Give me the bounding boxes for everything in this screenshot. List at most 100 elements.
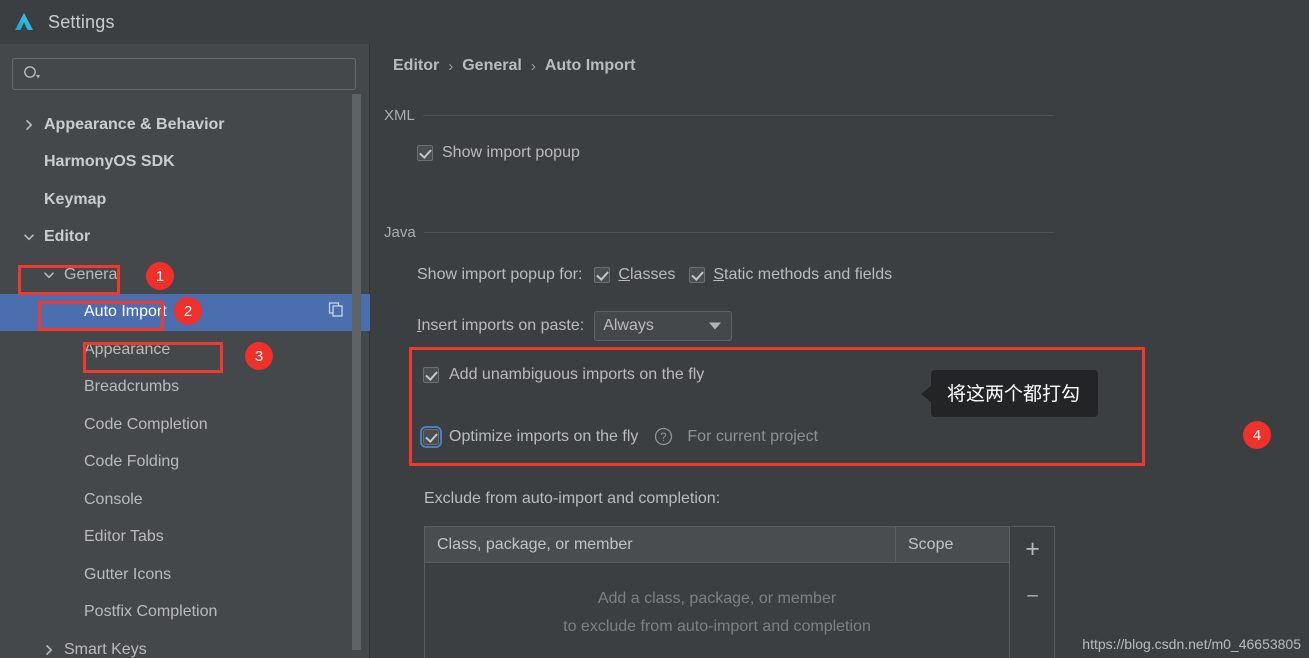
annotation-badge-2: 2 [174,297,202,325]
sidebar-item-label: Keymap [44,190,107,208]
sidebar-item-label: Code Completion [84,415,208,433]
remove-button[interactable]: – [1019,581,1047,609]
chevron-down-icon[interactable] [42,268,56,282]
sidebar-item-label: Gutter Icons [84,565,172,583]
label-show-import-popup-for: Show import popup for: [417,266,583,283]
add-button[interactable]: + [1019,535,1047,563]
sidebar-item-label: General [64,265,121,283]
label-exclude-from-auto-import: Exclude from auto-import and completion: [424,490,721,507]
annotation-tooltip-text: 将这两个都打勾 [931,370,1099,417]
sidebar-item-label: Smart Keys [64,640,147,658]
checkbox-add-unambiguous-imports[interactable] [423,367,439,383]
sidebar-item-editor[interactable]: Editor [0,219,370,257]
checkbox-label-optimize-imports: Optimize imports on the fly [449,427,639,445]
sidebar-item-breadcrumbs[interactable]: Breadcrumbs [0,369,370,407]
dropdown-value: Always [603,317,654,334]
annotation-badge-1: 1 [146,262,174,290]
section-header-java: Java [384,224,1054,241]
window-title: Settings [48,11,115,32]
sidebar-scrollbar-track[interactable] [352,94,361,650]
exclude-table-header: Class, package, or member Scope [425,527,1009,563]
copy-icon[interactable] [328,302,344,323]
annotation-badge-3: 3 [245,342,273,370]
sidebar-item-console[interactable]: Console [0,481,370,519]
sidebar-item-general[interactable]: General [0,256,370,294]
sidebar-item-label: Code Folding [84,453,180,471]
breadcrumb-item-general[interactable]: General [462,57,522,75]
question-mark-icon[interactable]: ? [654,427,673,446]
empty-state-line-2: to exclude from auto-import and completi… [563,618,871,635]
section-divider [422,115,1054,116]
sidebar-item-keymap[interactable]: Keymap [0,181,370,219]
sidebar-scrollbar-thumb[interactable] [352,94,361,650]
breadcrumb-item-editor[interactable]: Editor [393,57,439,75]
dropdown-insert-imports-on-paste[interactable]: Always [594,311,733,341]
sidebar-item-label: Appearance [84,340,171,358]
search-icon [24,66,40,79]
breadcrumb-item-auto-import: Auto Import [544,57,636,74]
chevron-right-icon[interactable] [22,118,36,132]
checkbox-row-optimize-imports[interactable]: Optimize imports on the fly ? For curren… [420,425,819,448]
sidebar-item-appearance[interactable]: Appearance [0,331,370,369]
watermark: https://blog.csdn.net/m0_46653805 [1082,636,1301,652]
hint-for-current-project: For current project [687,427,819,445]
settings-main-panel: Editor › General › Auto Import XML Show … [371,44,1309,658]
column-header-scope[interactable]: Scope [896,527,1009,562]
sidebar-item-label: HarmonyOS SDK [44,153,175,171]
checkbox-label-static-methods-and-fields: Static methods and fields [713,266,893,283]
checkbox-classes[interactable] [594,267,611,283]
column-header-class-package-or-member[interactable]: Class, package, or member [425,527,896,562]
sidebar-item-harmonyos-sdk[interactable]: HarmonyOS SDK [0,144,370,182]
sidebar-item-gutter-icons[interactable]: Gutter Icons [0,556,370,594]
exclude-table-frame: Class, package, or member Scope Add a cl… [424,526,1010,658]
annotation-badge-4: 4 [1243,421,1271,449]
sidebar-item-label: Postfix Completion [84,603,218,621]
chevron-down-icon [709,322,722,330]
label-insert-imports-on-paste: Insert imports on paste: [417,317,585,334]
settings-sidebar: Appearance & Behavior HarmonyOS SDK Keymap… [0,44,370,658]
svg-text:?: ? [661,432,667,444]
search-input[interactable] [42,60,355,88]
deveco-triangle-logo-icon [15,13,33,30]
exclude-table-buttons: + – [1011,526,1055,658]
breadcrumb: Editor › General › Auto Import [393,57,635,75]
sidebar-item-editor-tabs[interactable]: Editor Tabs [0,519,370,557]
breadcrumb-separator-icon: › [530,57,536,75]
section-label-xml: XML [384,107,415,124]
annotation-tooltip: 将这两个都打勾 [931,370,1099,417]
sidebar-item-label: Editor [44,228,91,246]
sidebar-item-appearance-behavior[interactable]: Appearance & Behavior [0,106,370,144]
checkbox-show-import-popup[interactable] [417,145,433,161]
sidebar-item-label: Console [84,490,143,508]
sidebar-item-label: Appearance & Behavior [44,115,225,133]
checkbox-row-add-unambiguous-imports[interactable]: Add unambiguous imports on the fly [423,366,704,384]
search-box[interactable] [12,58,356,90]
sidebar-item-label: Breadcrumbs [84,378,180,396]
title-bar: Settings [0,0,1309,44]
checkbox-optimize-imports[interactable] [420,425,442,448]
exclude-table-empty-state: Add a class, package, or member to exclu… [425,563,1009,641]
checkbox-label-show-import-popup: Show import popup [442,144,580,161]
checkbox-label-classes: Classes [618,266,676,283]
sidebar-item-smart-keys[interactable]: Smart Keys [0,631,370,658]
checkbox-row-show-import-popup[interactable]: Show import popup [417,144,580,162]
breadcrumb-separator-icon: › [448,57,454,75]
section-header-xml: XML [384,107,1054,124]
sidebar-item-label: Auto Import [84,303,167,321]
sidebar-item-postfix-completion[interactable]: Postfix Completion [0,594,370,632]
sidebar-item-code-completion[interactable]: Code Completion [0,406,370,444]
sidebar-item-code-folding[interactable]: Code Folding [0,444,370,482]
chevron-down-icon[interactable] [22,230,36,244]
checkbox-static-methods-and-fields[interactable] [689,267,706,283]
section-divider [423,232,1054,233]
section-label-java: Java [384,224,416,241]
chevron-right-icon[interactable] [42,643,56,657]
